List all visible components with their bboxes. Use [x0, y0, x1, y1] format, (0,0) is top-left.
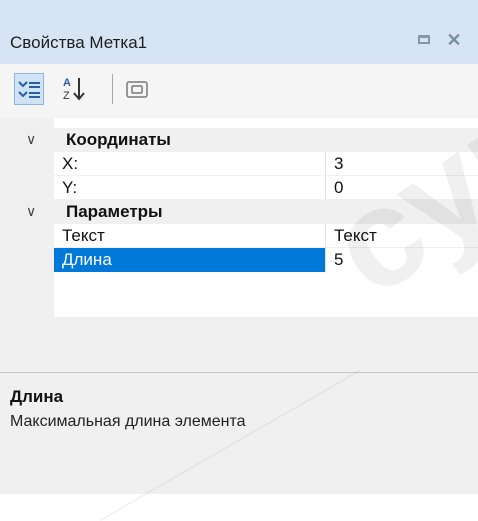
column-divider: [325, 248, 326, 272]
toolbar: A Z: [0, 64, 478, 118]
property-row-text[interactable]: Текст Текст: [0, 224, 478, 248]
property-value[interactable]: 5: [334, 250, 343, 270]
category-label: Координаты: [66, 130, 171, 149]
column-divider: [325, 152, 326, 176]
svg-text:A: A: [63, 77, 71, 89]
description-title: Длина: [10, 387, 64, 406]
toolbar-separator: [112, 74, 113, 104]
selected-property-highlight: Длина: [54, 248, 325, 272]
property-row-x[interactable]: X: 3: [0, 152, 478, 176]
sort-alphabetical-icon: A Z: [63, 77, 85, 102]
property-name: X:: [62, 154, 79, 173]
property-name: Y:: [62, 178, 78, 197]
property-pages-icon: [126, 81, 148, 98]
property-pages-button[interactable]: [123, 73, 153, 105]
column-divider: [325, 224, 326, 248]
property-value[interactable]: 3: [334, 154, 343, 174]
svg-text:Z: Z: [63, 90, 70, 102]
sort-alphabetical-button[interactable]: A Z: [60, 73, 90, 105]
category-row-coordinates[interactable]: ∨ Координаты: [0, 128, 478, 152]
properties-panel: Свойства Метка1 ✕ A Z ∨ Координаты X: 3 …: [0, 0, 478, 521]
description-pane: Длина Максимальная длина элемента: [0, 372, 478, 494]
close-button[interactable]: ✕: [446, 30, 462, 50]
column-divider: [325, 176, 326, 200]
maximize-button[interactable]: [417, 32, 433, 48]
category-label: Параметры: [66, 202, 163, 221]
description-text: Максимальная длина элемента: [10, 413, 246, 430]
property-value[interactable]: 0: [334, 178, 343, 198]
property-grid: ∨ Координаты X: 3 Y: 0 ∨ Параметры Текст…: [0, 118, 478, 366]
category-row-parameters[interactable]: ∨ Параметры: [0, 200, 478, 224]
property-row-y[interactable]: Y: 0: [0, 176, 478, 200]
categorized-button[interactable]: [14, 73, 44, 105]
property-name: Длина: [62, 250, 112, 269]
property-row-length[interactable]: Длина 5: [0, 248, 478, 272]
property-name: Текст: [62, 226, 105, 245]
close-icon: ✕: [446, 30, 462, 50]
title-bar: Свойства Метка1 ✕: [0, 0, 478, 65]
property-value[interactable]: Текст: [334, 226, 377, 246]
maximize-icon: [418, 35, 430, 44]
grid-empty-area: [0, 317, 478, 366]
collapse-icon[interactable]: ∨: [26, 203, 36, 220]
panel-title: Свойства Метка1: [10, 33, 148, 52]
collapse-icon[interactable]: ∨: [26, 131, 36, 148]
categorized-icon: [18, 81, 40, 98]
